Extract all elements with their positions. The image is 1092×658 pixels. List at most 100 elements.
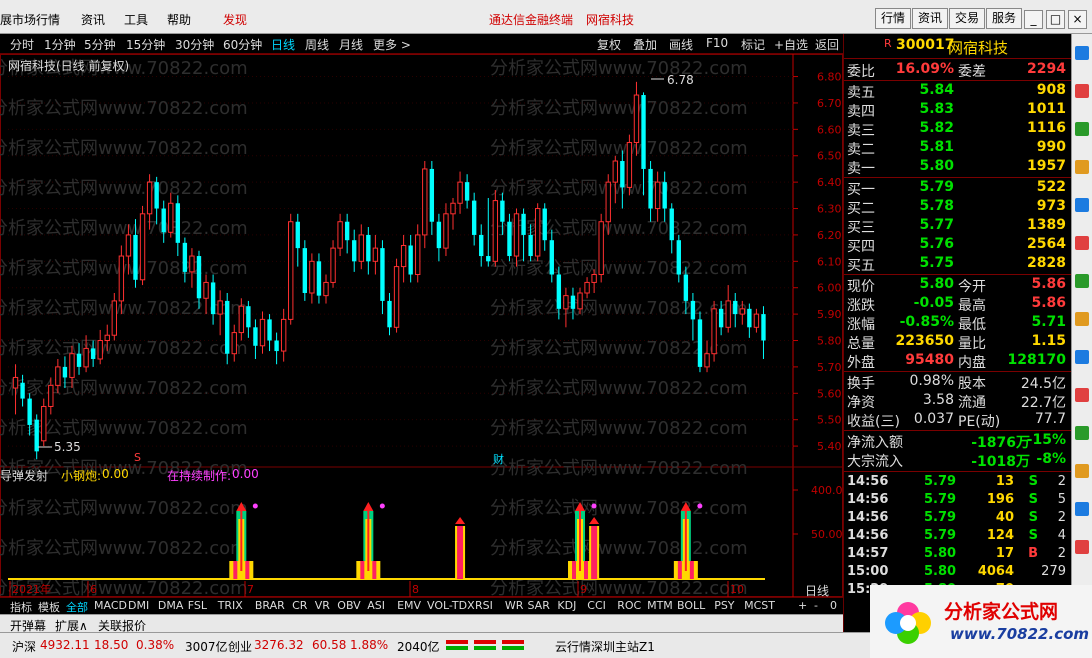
- indicator-tab-macd[interactable]: MACD: [94, 599, 127, 612]
- bid-row: 买二 5.78 973: [844, 198, 1072, 217]
- indicator-tab-cci[interactable]: CCI: [587, 599, 606, 612]
- indicator-tab-roc[interactable]: ROC: [617, 599, 641, 612]
- indicator-tab-wr[interactable]: WR: [505, 599, 524, 612]
- indicator-tab-sar[interactable]: SAR: [528, 599, 550, 612]
- stat-label: 涨跌: [847, 298, 875, 314]
- trade-button[interactable]: 交易: [949, 8, 986, 29]
- indicator-tab-dmi[interactable]: DMI: [128, 599, 149, 612]
- tab-30min[interactable]: 30分钟: [175, 36, 214, 53]
- overlay-button[interactable]: 叠加: [633, 36, 657, 53]
- indicator-tab-vr[interactable]: VR: [315, 599, 330, 612]
- candle: [344, 213, 350, 254]
- indicator-tab-rsi[interactable]: RSI: [475, 599, 493, 612]
- indicator-tab-obv[interactable]: OBV: [337, 599, 360, 612]
- indicator-tab-kdj[interactable]: KDJ: [557, 599, 576, 612]
- side-tool-icon[interactable]: [1075, 426, 1089, 440]
- zoom-reset-button[interactable]: 0: [830, 599, 837, 612]
- news-button[interactable]: 资讯: [912, 8, 949, 29]
- side-toolbar: [1071, 34, 1092, 632]
- candle: [669, 203, 674, 254]
- side-tool-icon[interactable]: [1075, 502, 1089, 516]
- indicator-tab-模板[interactable]: 模板: [38, 599, 60, 615]
- tab-intraday[interactable]: 分时: [10, 36, 34, 53]
- close-icon[interactable]: ×: [1068, 10, 1087, 29]
- indicator-tab-boll[interactable]: BOLL: [677, 599, 705, 612]
- stock-code: 300017: [896, 37, 955, 53]
- month-label: 2021年: [12, 582, 51, 596]
- market-breadth-bars: [446, 640, 524, 650]
- indicator-tab-cr[interactable]: CR: [292, 599, 307, 612]
- tab-1min[interactable]: 1分钟: [44, 36, 76, 53]
- candle: [443, 203, 449, 257]
- side-tool-icon[interactable]: [1075, 46, 1089, 60]
- side-tool-icon[interactable]: [1075, 274, 1089, 288]
- indicator-tab-全部[interactable]: 全部: [66, 599, 88, 615]
- quote-header: R 300017 网宿科技: [844, 37, 1072, 57]
- tab-more[interactable]: 更多 >: [373, 36, 411, 53]
- tab-monthly[interactable]: 月线: [339, 36, 363, 53]
- side-tool-icon[interactable]: [1075, 540, 1089, 554]
- side-tool-icon[interactable]: [1075, 198, 1089, 212]
- indicator-tab-指标[interactable]: 指标: [10, 599, 32, 615]
- side-tool-icon[interactable]: [1075, 84, 1089, 98]
- mark-button[interactable]: 标记: [741, 36, 765, 53]
- minimize-icon[interactable]: _: [1024, 10, 1043, 29]
- stat-row: 换手 0.98% 股本 24.5亿: [844, 373, 1072, 392]
- menu-help[interactable]: 帮助: [167, 11, 191, 28]
- side-tool-icon[interactable]: [1075, 236, 1089, 250]
- add-watchlist-button[interactable]: +自选: [774, 36, 808, 53]
- indicator-tab-emv[interactable]: EMV: [397, 599, 421, 612]
- ask-row: 卖二 5.81 990: [844, 139, 1072, 158]
- zoom-out-button[interactable]: -: [814, 599, 818, 612]
- chart-canvas[interactable]: 分析家公式网www.70822.com 分析家公式网www.70822.com 分析…: [0, 54, 843, 597]
- ask-price: 5.81: [919, 139, 954, 155]
- tab-daily[interactable]: 日线: [271, 36, 295, 53]
- indicator-label-2: 在持续制作:: [167, 469, 232, 483]
- tab-60min[interactable]: 60分钟: [223, 36, 262, 53]
- candle: [534, 203, 541, 262]
- indicator-tab-asi[interactable]: ASI: [367, 599, 385, 612]
- tab-15min[interactable]: 15分钟: [126, 36, 165, 53]
- menu-discover[interactable]: 发现: [223, 11, 247, 28]
- tick-count: 2: [1057, 510, 1066, 525]
- service-button[interactable]: 服务: [986, 8, 1023, 29]
- f10-button[interactable]: F10: [706, 36, 728, 50]
- indicator-value-2: 0.00: [232, 467, 259, 481]
- indicator-tab-brar[interactable]: BRAR: [255, 599, 285, 612]
- side-tool-icon[interactable]: [1075, 122, 1089, 136]
- tab-5min[interactable]: 5分钟: [84, 36, 116, 53]
- indicator-tab-trix[interactable]: TRIX: [218, 599, 243, 612]
- side-tool-icon[interactable]: [1075, 160, 1089, 174]
- tab-weekly[interactable]: 周线: [305, 36, 329, 53]
- side-tool-icon[interactable]: [1075, 312, 1089, 326]
- maximize-icon[interactable]: □: [1046, 10, 1065, 29]
- stat-label: 内盘: [958, 355, 986, 371]
- menu-tools[interactable]: 工具: [124, 11, 148, 28]
- tick-time: 14:56: [847, 492, 889, 507]
- indicator-tab-mcst[interactable]: MCST: [744, 599, 775, 612]
- bid-volume: 2564: [1027, 236, 1066, 252]
- price-tick-label: 5.90: [817, 308, 842, 321]
- zoom-in-button[interactable]: +: [798, 599, 807, 612]
- back-button[interactable]: 返回: [815, 36, 839, 53]
- flow-pct: -8%: [1036, 451, 1066, 467]
- tick-row: 14:56 5.79 13 S 2: [844, 474, 1072, 493]
- indicator-tab-vol-tdx[interactable]: VOL-TDX: [427, 599, 475, 612]
- side-tool-icon[interactable]: [1075, 464, 1089, 478]
- side-tool-icon[interactable]: [1075, 350, 1089, 364]
- indicator-tab-dma[interactable]: DMA: [158, 599, 184, 612]
- menu-news[interactable]: 资讯: [81, 11, 105, 28]
- stat-label: 总量: [847, 336, 875, 352]
- indicator-tab-psy[interactable]: PSY: [714, 599, 734, 612]
- draw-line-button[interactable]: 画线: [669, 36, 693, 53]
- flow-row: 大宗流入 -1018万 -8%: [844, 451, 1072, 470]
- restore-right-button[interactable]: 复权: [597, 36, 621, 53]
- server-name[interactable]: 云行情深圳主站Z1: [555, 638, 655, 655]
- menu-market[interactable]: 展市场行情: [0, 11, 60, 28]
- indicator-tab-mtm[interactable]: MTM: [647, 599, 673, 612]
- market-button[interactable]: 行情: [875, 8, 912, 29]
- bid-price: 5.77: [919, 217, 954, 233]
- candle: [41, 398, 47, 447]
- indicator-tab-fsl[interactable]: FSL: [188, 599, 207, 612]
- side-tool-icon[interactable]: [1075, 388, 1089, 402]
